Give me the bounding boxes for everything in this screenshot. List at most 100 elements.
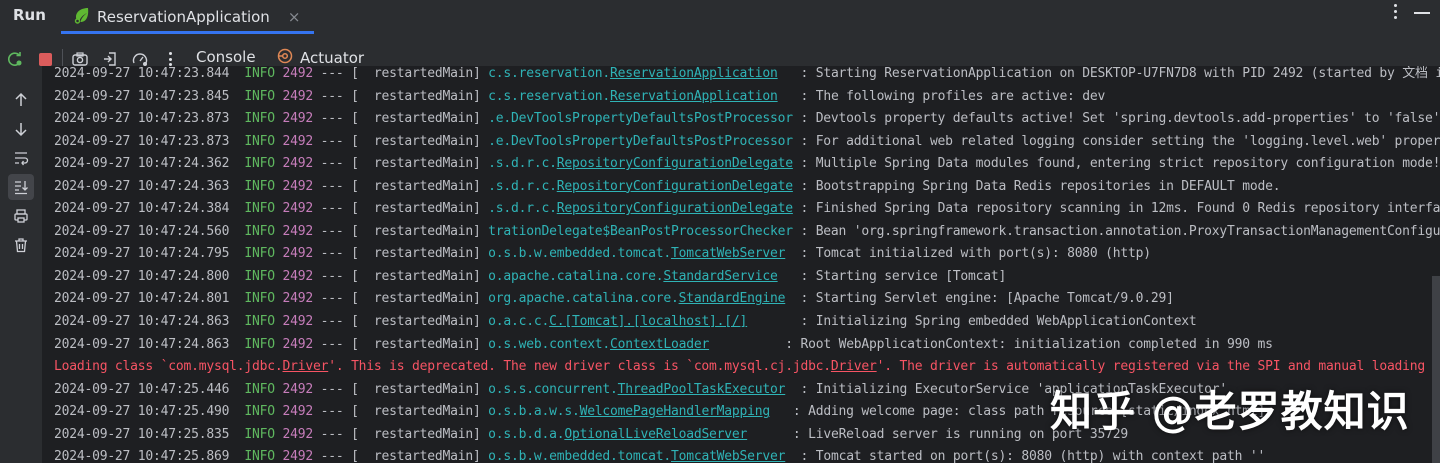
- log-logger[interactable]: c.s.reservation.ReservationApplication: [488, 66, 793, 81]
- log-logger[interactable]: o.apache.catalina.core.StandardService: [488, 269, 793, 284]
- error-text: '. This is deprecated. The new driver cl…: [328, 359, 831, 375]
- log-separator: --- [: [312, 133, 359, 149]
- log-thread: restartedMain]: [358, 268, 489, 284]
- rerun-icon[interactable]: [0, 44, 30, 74]
- log-message: : Finished Spring Data repository scanni…: [792, 201, 1440, 217]
- log-logger[interactable]: o.s.b.a.w.s.WelcomePageHandlerMapping: [488, 404, 785, 419]
- log-line: 2024-09-27 10:47:24.801 INFO 2492 --- [ …: [54, 288, 1440, 311]
- logger-class-link[interactable]: TomcatWebServer: [671, 246, 785, 261]
- more-options-icon[interactable]: [1390, 4, 1400, 19]
- logger-class-link[interactable]: ReservationApplication: [610, 89, 778, 104]
- class-link[interactable]: Driver: [283, 359, 329, 374]
- logger-class-link[interactable]: OptionalLiveReloadServer: [564, 427, 747, 442]
- log-separator: --- [: [312, 156, 359, 172]
- arrow-down-icon[interactable]: [8, 116, 34, 142]
- logger-pad: [747, 427, 785, 442]
- log-message: : Starting Servlet engine: [Apache Tomca…: [792, 291, 1174, 307]
- logger-class-link[interactable]: StandardEngine: [679, 291, 786, 306]
- logger-class-link[interactable]: ReservationApplication: [610, 66, 778, 81]
- log-logger[interactable]: .s.d.r.c.RepositoryConfigurationDelegate: [488, 156, 793, 171]
- logger-class-link[interactable]: WelcomePageHandlerMapping: [580, 404, 771, 419]
- log-timestamp: 2024-09-27 10:47:24.795: [54, 246, 230, 262]
- log-logger[interactable]: o.s.b.w.embedded.tomcat.TomcatWebServer: [488, 246, 793, 261]
- log-thread: restartedMain]: [358, 178, 489, 194]
- log-level: INFO: [244, 201, 275, 217]
- tab-console[interactable]: Console: [190, 48, 262, 66]
- log-timestamp: 2024-09-27 10:47:24.560: [54, 223, 230, 239]
- log-message: : Starting service [Tomcat]: [792, 268, 1007, 284]
- log-message: : The following profiles are active: dev: [792, 88, 1106, 104]
- log-timestamp: 2024-09-27 10:47:24.800: [54, 268, 230, 284]
- log-pid: 2492: [282, 404, 314, 420]
- logger-prefix: .s.d.r.c.: [488, 178, 557, 194]
- tab-reservation-application[interactable]: ReservationApplication ×: [61, 0, 315, 34]
- actuator-tab-label: Actuator: [300, 49, 365, 67]
- logger-pad: [778, 89, 793, 104]
- logger-class-link[interactable]: StandardService: [663, 269, 777, 284]
- log-thread: restartedMain]: [358, 246, 489, 262]
- log-logger[interactable]: org.apache.catalina.core.StandardEngine: [488, 291, 793, 306]
- log-pid: 2492: [282, 381, 314, 397]
- log-thread: restartedMain]: [358, 111, 489, 127]
- log-message: : Tomcat started on port(s): 8080 (http)…: [792, 449, 1266, 463]
- log-line: 2024-09-27 10:47:24.560 INFO 2492 --- [ …: [54, 221, 1440, 244]
- log-separator: --- [: [312, 88, 359, 104]
- minimize-icon[interactable]: [1414, 11, 1430, 14]
- logger-prefix: o.s.b.w.embedded.tomcat.: [488, 449, 671, 463]
- log-level: INFO: [244, 178, 275, 194]
- log-level: INFO: [244, 291, 275, 307]
- logger-prefix: o.s.s.concurrent.: [488, 381, 618, 397]
- trash-icon[interactable]: [8, 232, 34, 258]
- log-logger[interactable]: o.s.s.concurrent.ThreadPoolTaskExecutor: [488, 382, 793, 397]
- vertical-scrollbar[interactable]: [1432, 276, 1440, 463]
- logger-pad: [785, 291, 793, 306]
- logger-class-link[interactable]: RepositoryConfigurationDelegate: [557, 201, 793, 216]
- arrow-up-icon[interactable]: [8, 87, 34, 113]
- log-level: INFO: [244, 133, 275, 149]
- logger-pad: [709, 337, 778, 352]
- log-timestamp: 2024-09-27 10:47:25.490: [54, 404, 230, 420]
- log-logger[interactable]: .e.DevToolsPropertyDefaultsPostProcessor: [488, 111, 793, 126]
- log-level: INFO: [244, 404, 275, 420]
- soft-wrap-icon[interactable]: [8, 145, 34, 171]
- log-separator: --- [: [312, 314, 359, 330]
- log-pid: 2492: [282, 291, 314, 307]
- log-logger[interactable]: o.s.web.context.ContextLoader: [488, 337, 777, 352]
- log-logger[interactable]: o.a.c.c.C.[Tomcat].[localhost].[/]: [488, 314, 793, 329]
- log-logger[interactable]: .s.d.r.c.RepositoryConfigurationDelegate: [488, 179, 793, 194]
- logger-class-link[interactable]: ContextLoader: [610, 337, 709, 352]
- logger-pad: [770, 404, 785, 419]
- log-level: INFO: [244, 66, 275, 81]
- logger-pad: [747, 314, 793, 329]
- log-logger[interactable]: o.s.b.d.a.OptionalLiveReloadServer: [488, 427, 785, 442]
- log-thread: restartedMain]: [358, 223, 489, 239]
- log-pid: 2492: [282, 111, 314, 127]
- logger-class-link[interactable]: C.[Tomcat].[localhost].[/]: [549, 314, 747, 329]
- log-thread: restartedMain]: [358, 381, 489, 397]
- log-separator: --- [: [312, 223, 359, 239]
- logger-class-link[interactable]: RepositoryConfigurationDelegate: [557, 179, 793, 194]
- log-line: 2024-09-27 10:47:24.363 INFO 2492 --- [ …: [54, 176, 1440, 199]
- log-logger[interactable]: trationDelegate$BeanPostProcessorChecker: [488, 224, 793, 239]
- log-thread: restartedMain]: [358, 88, 489, 104]
- log-timestamp: 2024-09-27 10:47:24.801: [54, 291, 230, 307]
- log-logger[interactable]: c.s.reservation.ReservationApplication: [488, 89, 793, 104]
- class-link[interactable]: Driver: [831, 359, 877, 374]
- logger-class-link[interactable]: ThreadPoolTaskExecutor: [618, 382, 786, 397]
- close-icon[interactable]: ×: [288, 9, 301, 25]
- log-timestamp: 2024-09-27 10:47:23.873: [54, 133, 230, 149]
- log-separator: --- [: [312, 336, 359, 352]
- log-logger[interactable]: o.s.b.w.embedded.tomcat.TomcatWebServer: [488, 449, 793, 463]
- log-line: 2024-09-27 10:47:23.844 INFO 2492 --- [ …: [54, 66, 1440, 86]
- logger-class-link[interactable]: RepositoryConfigurationDelegate: [557, 156, 793, 171]
- log-level: INFO: [244, 449, 275, 463]
- log-thread: restartedMain]: [358, 426, 489, 442]
- log-separator: --- [: [312, 268, 359, 284]
- logger-prefix: o.s.b.a.w.s.: [488, 404, 580, 420]
- scroll-to-end-icon[interactable]: [8, 174, 34, 200]
- log-logger[interactable]: .e.DevToolsPropertyDefaultsPostProcessor: [488, 134, 793, 149]
- logger-class-link[interactable]: TomcatWebServer: [671, 449, 785, 463]
- log-line: 2024-09-27 10:47:23.873 INFO 2492 --- [ …: [54, 131, 1440, 154]
- print-icon[interactable]: [8, 203, 34, 229]
- log-logger[interactable]: .s.d.r.c.RepositoryConfigurationDelegate: [488, 201, 793, 216]
